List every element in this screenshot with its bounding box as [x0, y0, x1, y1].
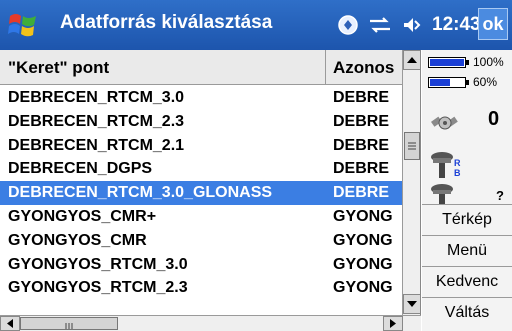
volume-icon[interactable] [400, 13, 424, 37]
list-item-point: GYONGYOS_CMR+ [8, 207, 157, 225]
list-item[interactable]: DEBRECEN_RTCM_3.0_GLONASS DEBRE [0, 181, 402, 205]
list-item-id: GYONG [333, 207, 393, 225]
battery-icon [428, 76, 469, 88]
list-item[interactable]: GYONGYOS_RTCM_2.3 GYONG [0, 276, 402, 300]
antenna-status: ? [496, 188, 504, 203]
battery-2-label: 60% [473, 75, 498, 89]
column-header-point[interactable]: "Keret" pont [0, 50, 326, 85]
list-item[interactable]: GYONGYOS_CMR+ GYONG [0, 205, 402, 229]
list-item-point: DEBRECEN_RTCM_2.3 [8, 112, 185, 130]
vertical-scrollbar[interactable] [402, 50, 420, 315]
gps-status-icon[interactable] [336, 13, 360, 37]
list-rows: DEBRECEN_RTCM_3.0 DEBRE DEBRECEN_RTCM_2.3 D… [0, 86, 402, 300]
windows-start-icon[interactable] [6, 8, 40, 42]
list-item[interactable]: DEBRECEN_RTCM_3.0 DEBRE [0, 86, 402, 110]
clock[interactable]: 12:43 [432, 14, 481, 36]
scroll-down-button[interactable] [403, 294, 420, 314]
arrow-left-icon [7, 319, 13, 328]
list-item[interactable]: DEBRECEN_RTCM_2.3 DEBRE [0, 110, 402, 134]
horizontal-scroll-thumb[interactable] [20, 317, 118, 330]
list-item[interactable]: GYONGYOS_CMR GYONG [0, 229, 402, 253]
battery-1: 100% [428, 54, 508, 70]
list-item[interactable]: DEBRECEN_DGPS DEBRE [0, 157, 402, 181]
base-antenna-icon[interactable] [430, 183, 464, 205]
list-item-id: DEBRE [333, 89, 390, 106]
switch-button[interactable]: Váltás [422, 297, 512, 331]
scroll-thumb[interactable] [404, 132, 420, 160]
rover-antenna-icon[interactable]: R B [430, 150, 464, 180]
list-item-point: DEBRECEN_RTCM_3.0_GLONASS [8, 184, 273, 202]
column-header-id[interactable]: Azonos [327, 50, 402, 85]
arrow-up-icon [407, 57, 417, 63]
list-item-point: GYONGYOS_RTCM_2.3 [8, 279, 188, 297]
svg-text:R: R [454, 158, 461, 168]
battery-icon [428, 56, 469, 68]
battery-2-fill [430, 78, 450, 86]
status-panel: 100% 60% 0 R B ? Térkép Menü Kedvenc Vál… [422, 50, 512, 331]
scroll-up-button[interactable] [403, 50, 420, 70]
list-item-id: DEBRE [333, 112, 390, 130]
list-item[interactable]: DEBRECEN_RTCM_2.1 DEBRE [0, 134, 402, 158]
arrow-right-icon [390, 319, 396, 328]
battery-1-label: 100% [473, 55, 504, 69]
list-item-id: DEBRE [333, 160, 390, 178]
source-list[interactable]: "Keret" pont Azonos DEBRECEN_RTCM_3.0 DEB… [0, 50, 421, 315]
list-item-id: GYONG [333, 231, 393, 249]
satellite-icon[interactable] [430, 108, 460, 138]
scroll-left-button[interactable] [0, 316, 20, 331]
menu-button[interactable]: Menü [422, 235, 512, 266]
battery-1-fill [430, 58, 464, 66]
map-button[interactable]: Térkép [422, 204, 512, 235]
connectivity-icon[interactable] [368, 13, 392, 37]
title-bar: Adatforrás kiválasztása 12:43 ok [0, 0, 512, 50]
favorites-button[interactable]: Kedvenc [422, 266, 512, 297]
satellite-count: 0 [488, 108, 500, 130]
horizontal-scrollbar[interactable] [0, 315, 421, 331]
list-item-id: GYONG [333, 279, 393, 297]
battery-2: 60% [428, 74, 508, 90]
list-header: "Keret" pont Azonos [0, 50, 402, 85]
list-item-id: DEBRE [333, 136, 390, 154]
list-item[interactable]: GYONGYOS_RTCM_3.0 GYONG [0, 253, 402, 277]
system-tray: 12:43 [336, 8, 481, 42]
arrow-down-icon [407, 301, 417, 307]
list-item-point: GYONGYOS_CMR [8, 231, 147, 249]
list-item-point: GYONGYOS_RTCM_3.0 [8, 255, 188, 273]
ok-button[interactable]: ok [478, 8, 508, 40]
list-item-point: DEBRECEN_RTCM_2.1 [8, 136, 185, 154]
list-item-point: DEBRECEN_RTCM_3.0 [8, 89, 185, 106]
svg-text:B: B [454, 168, 461, 178]
scroll-right-button[interactable] [383, 316, 403, 331]
list-item-id: DEBRE [333, 184, 390, 202]
list-item-point: DEBRECEN_DGPS [8, 160, 153, 178]
window-title: Adatforrás kiválasztása [60, 12, 273, 33]
list-item-id: GYONG [333, 255, 393, 273]
